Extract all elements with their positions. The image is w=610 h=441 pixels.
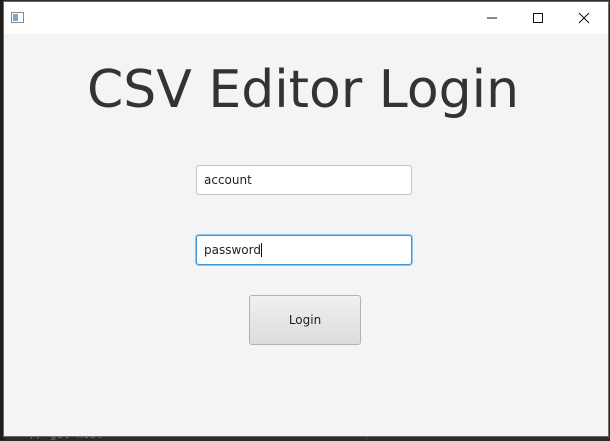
- maximize-icon: [533, 13, 543, 23]
- minimize-icon: [487, 17, 497, 19]
- password-field-value: password: [204, 243, 261, 257]
- account-field[interactable]: account: [196, 165, 412, 195]
- page-title: CSV Editor Login: [86, 60, 520, 120]
- maximize-button[interactable]: [515, 2, 561, 34]
- close-button[interactable]: [561, 2, 607, 34]
- password-field[interactable]: password: [196, 235, 412, 265]
- close-icon: [578, 12, 590, 24]
- title-bar[interactable]: [4, 2, 608, 34]
- login-button-label: Login: [288, 313, 322, 327]
- account-field-value: account: [204, 173, 252, 187]
- login-window: CSV Editor Login account password Login: [4, 2, 608, 436]
- login-button[interactable]: Login: [249, 295, 361, 345]
- minimize-button[interactable]: [469, 2, 515, 34]
- app-window-icon: [11, 12, 24, 23]
- login-content: CSV Editor Login account password Login: [4, 34, 608, 436]
- background-divider-bottom: [366, 436, 367, 440]
- text-caret: [260, 243, 262, 257]
